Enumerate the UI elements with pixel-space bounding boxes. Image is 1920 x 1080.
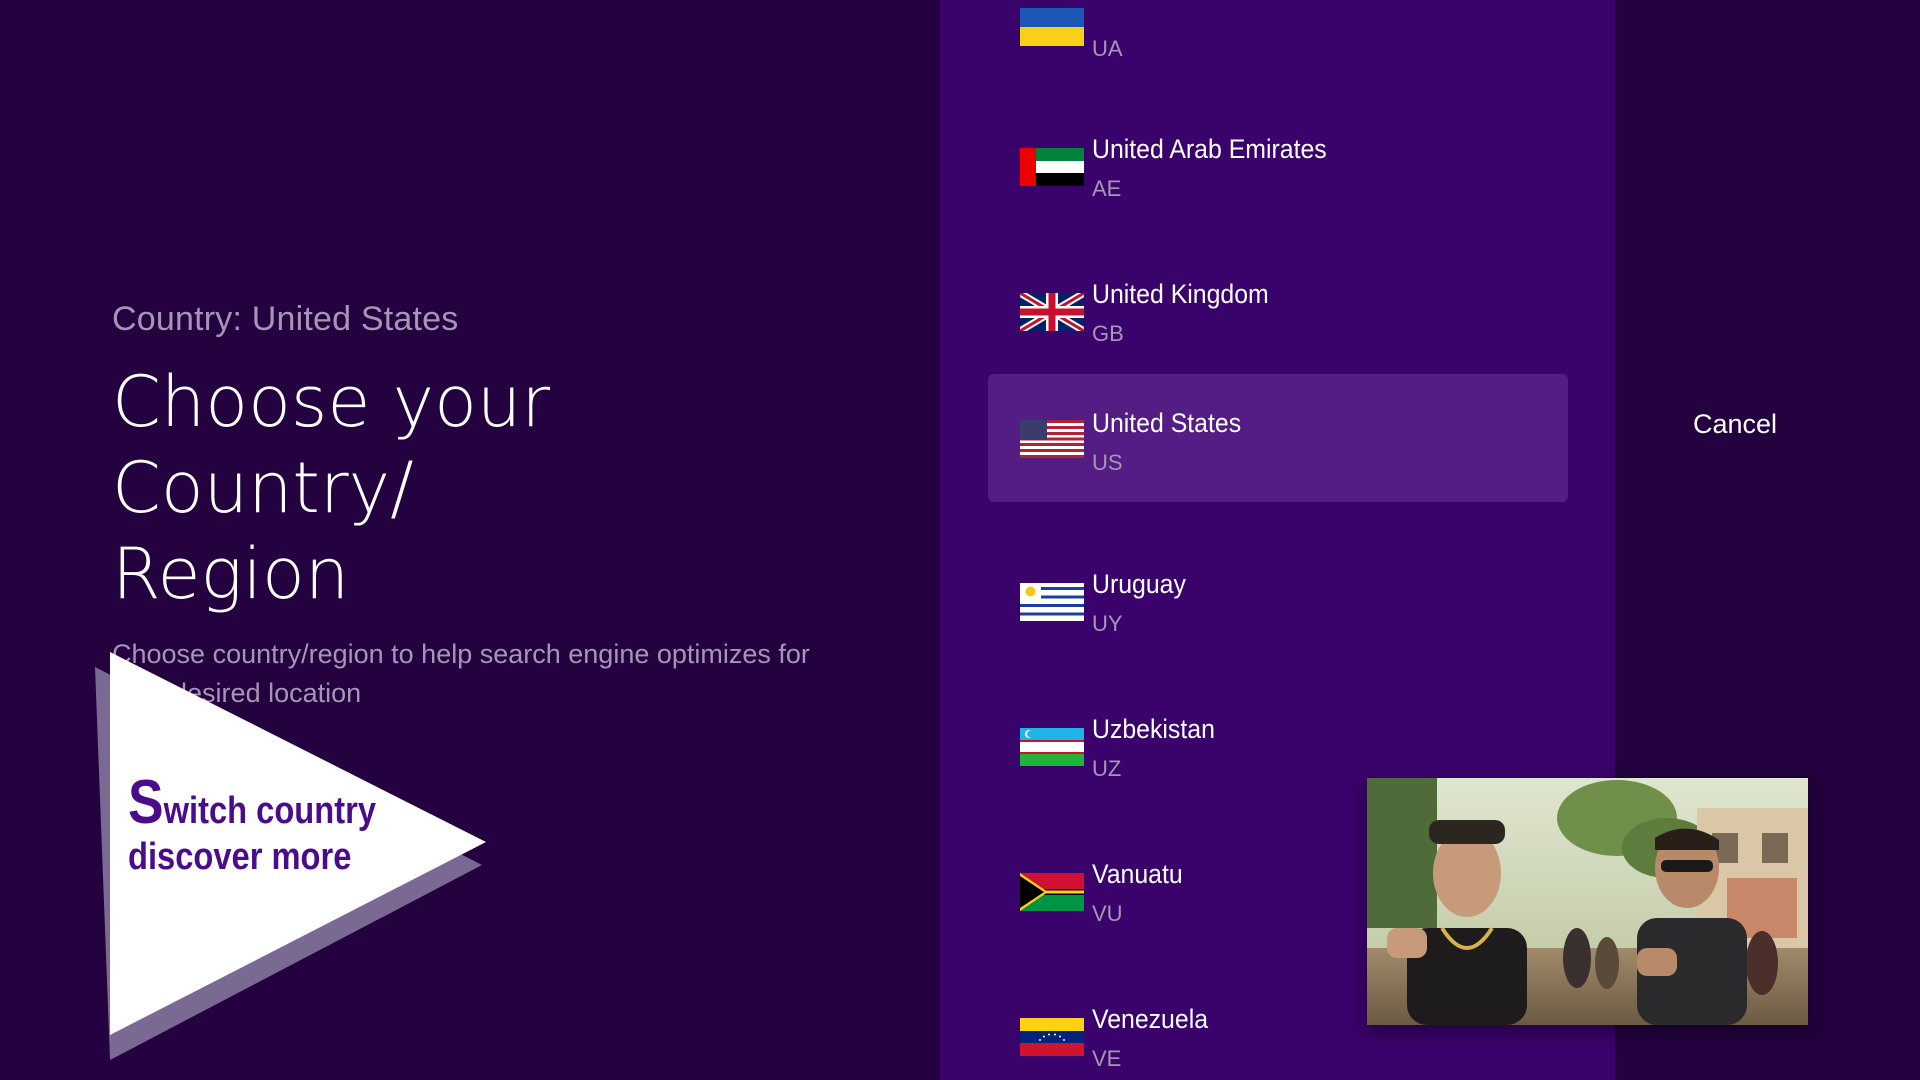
country-item-ae[interactable]: United Arab Emirates AE [988, 100, 1568, 228]
promo-line1: Switch country [128, 772, 377, 834]
flag-ua-icon [1020, 8, 1084, 46]
flag-ae-icon [1020, 148, 1084, 186]
country-code: US [1092, 450, 1123, 475]
country-name: United States [1092, 408, 1242, 438]
video-preview[interactable] [1367, 778, 1808, 1025]
promo-line1-cap: S [128, 768, 164, 837]
country-code: AE [1092, 176, 1122, 201]
promo-line2: discover more [128, 836, 352, 878]
country-name: United Kingdom [1092, 279, 1269, 309]
country-name: Venezuela [1092, 1004, 1209, 1034]
flag-uy-icon [1020, 583, 1084, 621]
video-thumbnail [1367, 778, 1808, 1025]
country-item-uy[interactable]: Uruguay UY [988, 535, 1568, 663]
country-code: UZ [1092, 756, 1122, 781]
page-title-line2: Region [112, 533, 350, 615]
promo-text: Switch country discover more [128, 772, 377, 880]
country-item-ua[interactable]: UA [988, 0, 1568, 88]
country-name: Vanuatu [1092, 859, 1183, 889]
flag-us-icon [1020, 420, 1084, 458]
country-code: VU [1092, 901, 1123, 926]
cancel-button[interactable]: Cancel [1670, 400, 1800, 448]
flag-gb-icon [1020, 293, 1084, 331]
country-name: Uzbekistan [1092, 714, 1215, 744]
country-selection-screen: Country: United States Choose your Count… [0, 0, 1920, 1080]
country-name: Uruguay [1092, 569, 1186, 599]
promo-line1-rest: witch country [163, 790, 377, 832]
country-code: UA [1092, 36, 1123, 61]
country-code: VE [1092, 1046, 1122, 1071]
promo-banner: Switch country discover more [92, 650, 502, 1060]
page-title: Choose your Country/ Region [112, 359, 832, 617]
country-item-gb[interactable]: United Kingdom GB [988, 245, 1568, 373]
flag-ve-icon [1020, 1018, 1084, 1056]
flag-vu-icon [1020, 873, 1084, 911]
country-item-us[interactable]: United States US [988, 374, 1568, 502]
flag-uz-icon [1020, 728, 1084, 766]
country-code: GB [1092, 321, 1124, 346]
current-country-label: Country: United States [112, 300, 459, 338]
country-code: UY [1092, 611, 1123, 636]
page-title-line1: Choose your Country/ [112, 361, 551, 529]
country-name: United Arab Emirates [1092, 134, 1327, 164]
